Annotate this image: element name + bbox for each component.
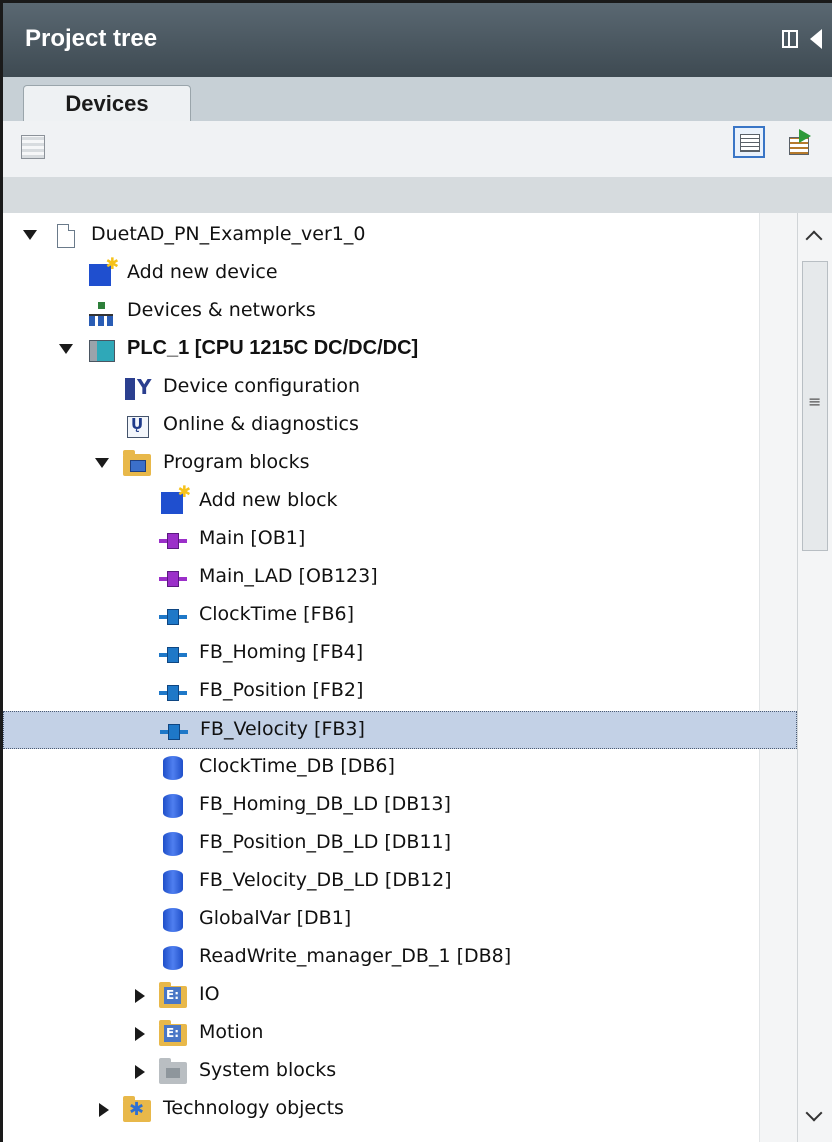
- db-icon: [163, 832, 183, 856]
- collapse-panel-icon[interactable]: [810, 29, 822, 49]
- tree-item-fb-velocity-selected[interactable]: FB_Velocity [FB3]: [3, 711, 797, 749]
- db-icon: [163, 756, 183, 780]
- tree-item-program-blocks[interactable]: Program blocks: [3, 445, 797, 483]
- tree-item-label: Online & diagnostics: [163, 413, 359, 435]
- tree-item-label: ClockTime [FB6]: [199, 603, 355, 625]
- fb-block-icon: [160, 722, 188, 742]
- expand-arrow-icon[interactable]: [23, 230, 37, 240]
- tree-item-label: Device configuration: [163, 375, 361, 397]
- tree-item-label: Add new device: [127, 261, 278, 283]
- table-view-icon[interactable]: [21, 135, 45, 159]
- tree-toolbar: [3, 121, 832, 177]
- tree-item-online-diagnostics[interactable]: Online & diagnostics: [3, 407, 797, 445]
- io-folder-icon: [159, 982, 187, 1008]
- tree-item-add-new-block[interactable]: Add new block: [3, 482, 797, 521]
- db-icon: [163, 908, 183, 932]
- tree-item-fb-homing[interactable]: FB_Homing [FB4]: [3, 635, 797, 673]
- ob-block-icon: [159, 569, 187, 589]
- split-pane-icon[interactable]: [782, 30, 798, 48]
- network-icon: [89, 302, 113, 326]
- tree-item-device-configuration[interactable]: Device configuration: [3, 369, 797, 407]
- db-icon: [163, 870, 183, 894]
- collapse-arrow-icon[interactable]: [135, 1065, 145, 1079]
- system-folder-icon: [159, 1058, 187, 1084]
- detail-view-icon[interactable]: [733, 126, 765, 158]
- collapse-arrow-icon[interactable]: [99, 1103, 109, 1117]
- tree-item-fb-position-db[interactable]: FB_Position_DB_LD [DB11]: [3, 825, 797, 863]
- tree-item-project[interactable]: DuetAD_PN_Example_ver1_0: [3, 217, 797, 255]
- export-icon[interactable]: [787, 129, 815, 157]
- tree-item-readwrite-manager-db[interactable]: ReadWrite_manager_DB_1 [DB8]: [3, 939, 797, 977]
- fb-block-icon: [159, 645, 187, 665]
- tree-item-motion[interactable]: Motion: [3, 1015, 797, 1053]
- ob-block-icon: [159, 531, 187, 551]
- tree-item-globalvar[interactable]: GlobalVar [DB1]: [3, 901, 797, 939]
- expand-arrow-icon[interactable]: [95, 458, 109, 468]
- tree-item-label: PLC_1 [CPU 1215C DC/DC/DC]: [127, 337, 419, 359]
- tree-header-bar: [3, 177, 832, 213]
- db-icon: [163, 946, 183, 970]
- tree-item-label: Main_LAD [OB123]: [199, 565, 378, 587]
- tree-item-main-lad[interactable]: Main_LAD [OB123]: [3, 559, 797, 597]
- panel-titlebar: Project tree: [3, 3, 832, 77]
- tree-item-fb-homing-db[interactable]: FB_Homing_DB_LD [DB13]: [3, 787, 797, 825]
- tree-item-clocktime-db[interactable]: ClockTime_DB [DB6]: [3, 749, 797, 787]
- document-icon: [57, 224, 75, 248]
- add-block-icon: [161, 482, 191, 514]
- tree-item-technology-objects[interactable]: Technology objects: [3, 1091, 797, 1129]
- diagnostics-icon: [127, 415, 149, 438]
- tree-item-label: DuetAD_PN_Example_ver1_0: [91, 223, 366, 245]
- tree-item-add-new-device[interactable]: Add new device: [3, 254, 797, 293]
- collapse-arrow-icon[interactable]: [135, 989, 145, 1003]
- tree-item-label: FB_Position_DB_LD [DB11]: [199, 831, 452, 853]
- technology-folder-icon: [123, 1096, 151, 1122]
- tree-item-label: IO: [199, 983, 220, 1005]
- fb-block-icon: [159, 683, 187, 703]
- tree-item-main-ob1[interactable]: Main [OB1]: [3, 521, 797, 559]
- panel-title: Project tree: [25, 25, 158, 52]
- tree-item-label: ReadWrite_manager_DB_1 [DB8]: [199, 945, 512, 967]
- tree-item-io[interactable]: IO: [3, 977, 797, 1015]
- tab-devices[interactable]: Devices: [23, 85, 191, 123]
- vertical-scrollbar[interactable]: [797, 213, 832, 1142]
- db-icon: [163, 794, 183, 818]
- tree-item-clocktime[interactable]: ClockTime [FB6]: [3, 597, 797, 635]
- collapse-arrow-icon[interactable]: [135, 1027, 145, 1041]
- program-blocks-folder-icon: [123, 450, 151, 476]
- tree-item-fb-position[interactable]: FB_Position [FB2]: [3, 673, 797, 711]
- tree-item-label: FB_Homing_DB_LD [DB13]: [199, 793, 451, 815]
- tree-item-label: Devices & networks: [127, 299, 316, 321]
- scroll-down-icon[interactable]: [802, 1105, 828, 1131]
- plc-icon: [89, 340, 115, 362]
- tree-item-label: Technology objects: [163, 1097, 344, 1119]
- tree-item-label: System blocks: [199, 1059, 337, 1081]
- io-folder-icon: [159, 1020, 187, 1046]
- tree-item-label: ClockTime_DB [DB6]: [199, 755, 395, 777]
- tree-item-label: Main [OB1]: [199, 527, 306, 549]
- tree-item-label: Add new block: [199, 489, 338, 511]
- tree-item-label: FB_Velocity_DB_LD [DB12]: [199, 869, 452, 891]
- tree-item-plc[interactable]: PLC_1 [CPU 1215C DC/DC/DC]: [3, 331, 797, 369]
- tree-item-devices-networks[interactable]: Devices & networks: [3, 293, 797, 331]
- scroll-thumb[interactable]: [802, 261, 828, 551]
- tree-item-label: FB_Position [FB2]: [199, 679, 364, 701]
- add-device-icon: [89, 254, 119, 286]
- tree-item-label: Program blocks: [163, 451, 310, 473]
- fb-block-icon: [159, 607, 187, 627]
- project-tree: DuetAD_PN_Example_ver1_0 Add new device …: [3, 213, 797, 1142]
- tree-item-fb-velocity-db[interactable]: FB_Velocity_DB_LD [DB12]: [3, 863, 797, 901]
- device-config-icon: [125, 375, 151, 400]
- tree-item-label: FB_Velocity [FB3]: [200, 718, 365, 740]
- expand-arrow-icon[interactable]: [59, 344, 73, 354]
- tree-item-label: Motion: [199, 1021, 264, 1043]
- tree-item-system-blocks[interactable]: System blocks: [3, 1053, 797, 1091]
- tree-item-label: GlobalVar [DB1]: [199, 907, 352, 929]
- tab-strip: Devices: [3, 77, 832, 123]
- scroll-up-icon[interactable]: [802, 225, 828, 251]
- tree-item-label: FB_Homing [FB4]: [199, 641, 364, 663]
